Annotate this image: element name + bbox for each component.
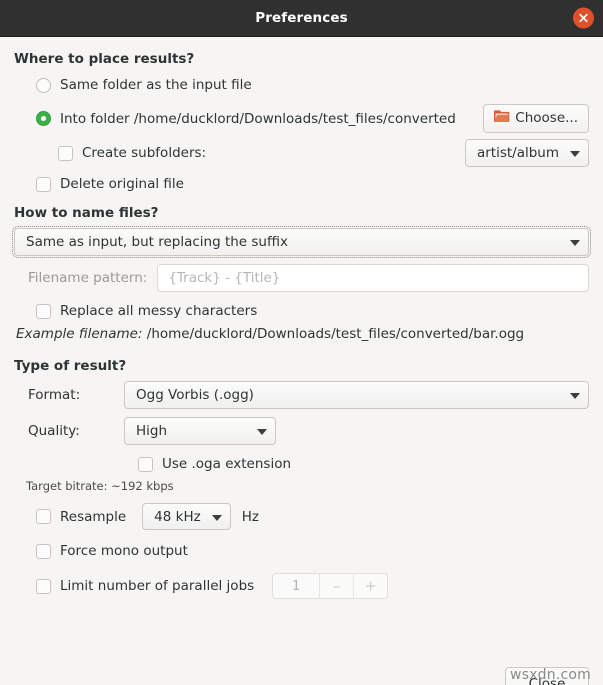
- chevron-down-icon: [211, 509, 222, 525]
- where-heading: Where to place results?: [14, 51, 195, 67]
- chevron-down-icon: [570, 387, 580, 403]
- radio-same-folder-label: Same folder as the input file: [60, 77, 252, 93]
- window-close-button[interactable]: [573, 7, 594, 29]
- quality-row: Quality: High: [14, 417, 589, 445]
- example-filename: Example filename: /home/ducklord/Downloa…: [16, 326, 589, 342]
- filename-pattern-placeholder: {Track} - {Title}: [168, 270, 281, 286]
- use-oga-label: Use .oga extension: [162, 456, 292, 472]
- resample-unit-label: Hz: [241, 508, 259, 525]
- filename-pattern-label: Filename pattern:: [28, 270, 148, 286]
- filename-pattern-row: Filename pattern: {Track} - {Title}: [14, 264, 589, 292]
- delete-original-label: Delete original file: [60, 176, 184, 192]
- radio-row-same-folder[interactable]: Same folder as the input file: [36, 74, 589, 96]
- checkbox-create-subfolders[interactable]: [58, 145, 73, 161]
- example-filename-prefix: Example filename:: [16, 326, 143, 342]
- create-subfolders-row[interactable]: Create subfolders: artist/album: [58, 139, 589, 167]
- checkbox-delete-original[interactable]: [36, 176, 51, 192]
- titlebar: Preferences: [0, 0, 603, 37]
- format-combo[interactable]: Ogg Vorbis (.ogg): [124, 381, 589, 409]
- replace-messy-row[interactable]: Replace all messy characters: [36, 300, 589, 322]
- naming-scheme-value: Same as input, but replacing the suffix: [26, 234, 289, 250]
- parallel-jobs-spinner[interactable]: 1 – +: [272, 573, 389, 599]
- resample-row[interactable]: Resample 48 kHz Hz: [36, 503, 589, 530]
- chevron-down-icon: [570, 234, 580, 250]
- format-value: Ogg Vorbis (.ogg): [136, 387, 254, 403]
- radio-same-folder[interactable]: [36, 77, 51, 93]
- chevron-down-icon: [570, 145, 580, 161]
- naming-scheme-combo[interactable]: Same as input, but replacing the suffix: [12, 226, 591, 258]
- use-oga-row[interactable]: Use .oga extension: [138, 453, 589, 475]
- subfolders-pattern-value: artist/album: [476, 145, 559, 161]
- choose-folder-button[interactable]: Choose...: [483, 104, 589, 133]
- dialog-footer: Close: [0, 667, 603, 685]
- checkbox-limit-jobs[interactable]: [36, 578, 51, 594]
- choose-folder-label: Choose...: [515, 110, 578, 126]
- example-filename-path: /home/ducklord/Downloads/test_files/conv…: [146, 326, 525, 342]
- create-subfolders-label: Create subfolders:: [82, 145, 207, 161]
- parallel-jobs-value[interactable]: 1: [273, 574, 319, 598]
- result-heading: Type of result?: [14, 358, 127, 374]
- chevron-down-icon: [257, 423, 267, 439]
- radio-into-folder-label: Into folder /home/ducklord/Downloads/tes…: [60, 110, 456, 127]
- checkbox-replace-messy[interactable]: [36, 303, 51, 319]
- checkbox-force-mono[interactable]: [36, 543, 51, 559]
- radio-row-into-folder[interactable]: Into folder /home/ducklord/Downloads/tes…: [36, 104, 589, 133]
- resample-label: Resample: [60, 508, 127, 525]
- format-label: Format:: [28, 387, 81, 403]
- parallel-jobs-increment-button[interactable]: +: [353, 574, 388, 598]
- bitrate-hint: Target bitrate: ~192 kbps: [26, 479, 174, 493]
- limit-jobs-label: Limit number of parallel jobs: [60, 578, 255, 594]
- close-dialog-button[interactable]: Close: [505, 667, 589, 685]
- replace-messy-label: Replace all messy characters: [60, 303, 258, 319]
- resample-rate-combo[interactable]: 48 kHz: [142, 503, 231, 530]
- quality-label: Quality:: [28, 423, 80, 439]
- force-mono-row[interactable]: Force mono output: [36, 540, 589, 562]
- quality-combo[interactable]: High: [124, 417, 276, 445]
- checkbox-resample[interactable]: [36, 509, 51, 524]
- format-row: Format: Ogg Vorbis (.ogg): [14, 381, 589, 409]
- subfolders-pattern-combo[interactable]: artist/album: [464, 139, 589, 167]
- force-mono-label: Force mono output: [60, 543, 188, 559]
- delete-original-row[interactable]: Delete original file: [36, 173, 589, 195]
- resample-rate-value: 48 kHz: [154, 508, 201, 525]
- quality-value: High: [136, 423, 168, 439]
- limit-jobs-row[interactable]: Limit number of parallel jobs 1 – +: [36, 573, 589, 599]
- preferences-body: Where to place results? Same folder as t…: [0, 37, 603, 685]
- naming-scheme-row: Same as input, but replacing the suffix: [12, 226, 591, 258]
- folder-open-icon: [494, 109, 510, 128]
- parallel-jobs-decrement-button[interactable]: –: [319, 574, 354, 598]
- radio-into-folder[interactable]: [36, 111, 51, 126]
- checkbox-use-oga[interactable]: [138, 456, 153, 472]
- window-title: Preferences: [255, 10, 348, 26]
- close-icon: [578, 13, 589, 24]
- naming-heading: How to name files?: [14, 205, 159, 221]
- filename-pattern-input[interactable]: {Track} - {Title}: [157, 264, 589, 292]
